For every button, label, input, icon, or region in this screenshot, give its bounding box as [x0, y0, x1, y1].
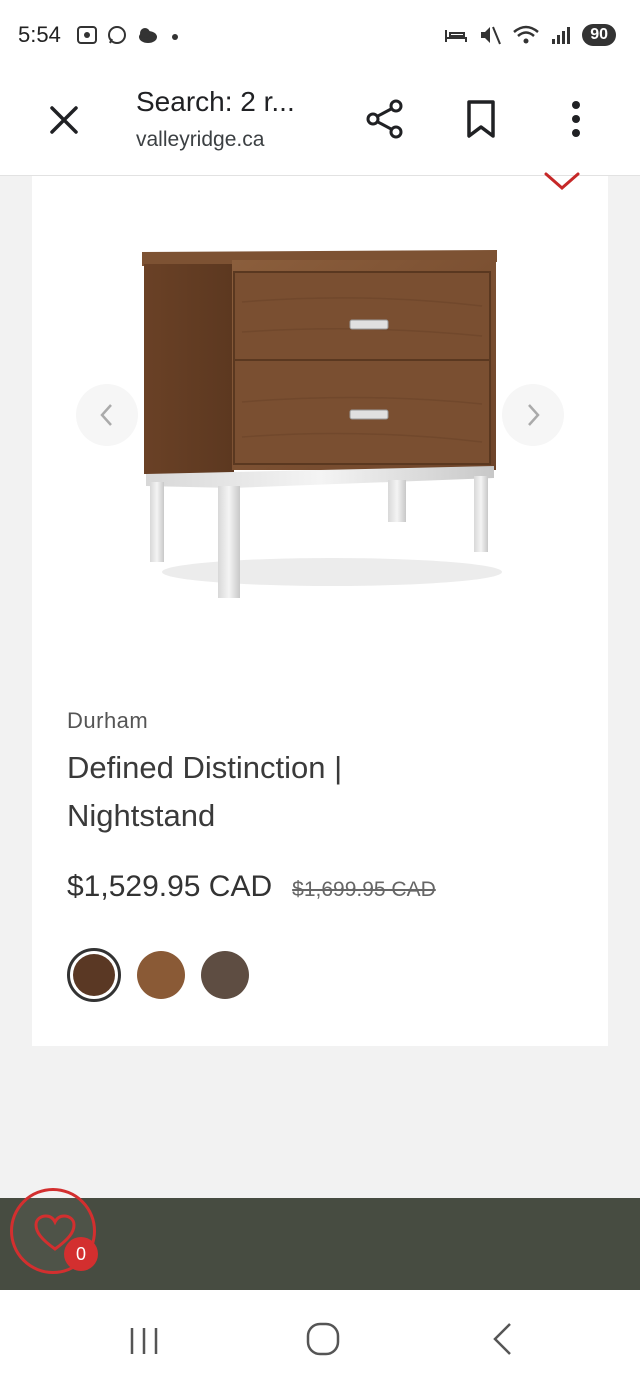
nightstand-image[interactable]: [132, 232, 512, 602]
system-nav-bar: [0, 1290, 640, 1388]
page-url: valleyridge.ca: [136, 128, 265, 151]
cloud-icon: [139, 28, 157, 43]
dot-icon: [172, 34, 178, 40]
whatsapp-icon: [108, 26, 126, 44]
bookmark-icon[interactable]: [462, 98, 500, 140]
swatch-fill: [73, 954, 115, 996]
mute-icon: [481, 26, 502, 45]
wishlist-count-badge: 0: [64, 1237, 98, 1271]
home-icon[interactable]: [304, 1320, 342, 1358]
product-brand: Durham: [67, 708, 149, 733]
more-options-icon[interactable]: [560, 98, 592, 140]
carousel-prev-button[interactable]: [76, 384, 138, 446]
chevron-down-icon[interactable]: [542, 170, 582, 194]
sale-price: $1,529.95 CAD: [67, 870, 273, 903]
product-card[interactable]: Durham Defined Distinction | Nightstand …: [32, 172, 608, 1046]
system-icons: 90: [444, 24, 616, 46]
swatch-walnut[interactable]: [67, 948, 121, 1002]
close-icon[interactable]: [44, 100, 84, 140]
share-icon[interactable]: [364, 98, 406, 140]
battery-indicator: 90: [582, 24, 616, 46]
color-swatches: [67, 948, 249, 1002]
chevron-left-icon: [100, 404, 112, 426]
status-bar: 5:54 90: [0, 0, 640, 72]
page-title: Search: 2 r...: [136, 86, 295, 117]
screenshot-icon: [77, 26, 97, 44]
original-price: $1,699.95 CAD: [292, 878, 436, 901]
browser-toolbar: Search: 2 r... valleyridge.ca: [0, 72, 640, 176]
footer-bar: [0, 1198, 640, 1290]
sleep-icon: [445, 30, 468, 42]
swatch-grey[interactable]: [201, 951, 249, 999]
recent-apps-icon[interactable]: [126, 1326, 162, 1356]
product-name[interactable]: Defined Distinction | Nightstand: [67, 744, 487, 840]
wifi-icon: [513, 25, 540, 44]
chevron-right-icon: [528, 404, 540, 426]
swatch-natural[interactable]: [137, 951, 185, 999]
signal-icon: [552, 27, 571, 44]
back-icon[interactable]: [488, 1320, 516, 1358]
price-row: $1,529.95 CAD $1,699.95 CAD: [67, 870, 436, 904]
status-time: 5:54: [18, 22, 61, 47]
notification-icons: [76, 24, 182, 46]
